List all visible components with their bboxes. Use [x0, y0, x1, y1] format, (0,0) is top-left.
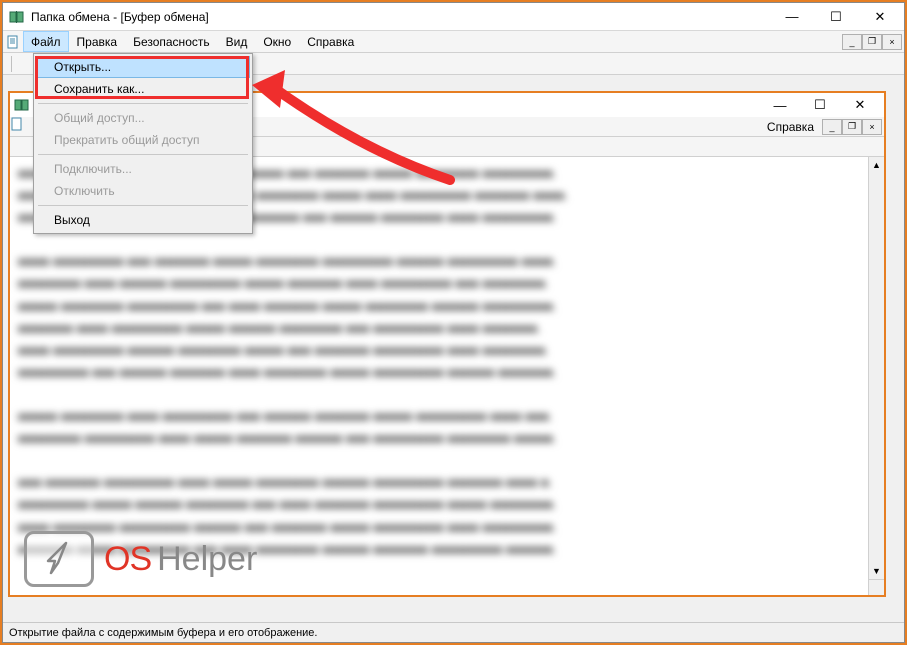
inner-mdi-controls: _ ❐ × — [822, 117, 884, 136]
minimize-button[interactable]: — — [770, 3, 814, 31]
inner-mdi-doc-icon — [10, 117, 24, 136]
dropdown-share[interactable]: Общий доступ... — [36, 107, 250, 129]
window-controls: — ☐ ✕ — [770, 3, 902, 31]
scroll-corner — [868, 579, 884, 595]
titlebar: Папка обмена - [Буфер обмена] — ☐ ✕ — [3, 3, 904, 31]
dropdown-stop-share[interactable]: Прекратить общий доступ — [36, 129, 250, 151]
vertical-scrollbar[interactable]: ▲ ▼ — [868, 157, 884, 579]
statusbar: Открытие файла с содержимым буфера и его… — [3, 622, 904, 642]
menu-help[interactable]: Справка — [299, 31, 362, 52]
scroll-up-icon[interactable]: ▲ — [869, 157, 884, 173]
dropdown-disconnect[interactable]: Отключить — [36, 180, 250, 202]
mdi-minimize-button[interactable]: _ — [842, 34, 862, 50]
inner-app-icon — [14, 97, 30, 113]
scroll-down-icon[interactable]: ▼ — [869, 563, 884, 579]
inner-minimize-button[interactable]: — — [760, 94, 800, 116]
mdi-doc-icon — [3, 31, 23, 52]
menu-view[interactable]: Вид — [218, 31, 256, 52]
inner-close-button[interactable]: ✕ — [840, 94, 880, 116]
dropdown-open[interactable]: Открыть... — [36, 56, 250, 78]
app-icon — [9, 9, 25, 25]
menu-security[interactable]: Безопасность — [125, 31, 218, 52]
inner-mdi-close-button[interactable]: × — [862, 119, 882, 135]
mdi-restore-button[interactable]: ❐ — [862, 34, 882, 50]
inner-mdi-restore-button[interactable]: ❐ — [842, 119, 862, 135]
menu-window[interactable]: Окно — [255, 31, 299, 52]
cursor-icon — [24, 531, 94, 587]
watermark-os: OS — [104, 540, 151, 579]
dropdown-save-as[interactable]: Сохранить как... — [36, 78, 250, 100]
dropdown-separator — [38, 103, 248, 104]
dropdown-separator — [38, 205, 248, 206]
file-dropdown: Открыть... Сохранить как... Общий доступ… — [33, 53, 253, 234]
watermark: OS Helper — [24, 531, 257, 587]
status-text: Открытие файла с содержимым буфера и его… — [9, 627, 317, 639]
window-title: Папка обмена - [Буфер обмена] — [31, 10, 209, 24]
inner-menu-help[interactable]: Справка — [759, 117, 822, 136]
inner-mdi-minimize-button[interactable]: _ — [822, 119, 842, 135]
dropdown-separator — [38, 154, 248, 155]
dropdown-exit[interactable]: Выход — [36, 209, 250, 231]
dropdown-connect[interactable]: Подключить... — [36, 158, 250, 180]
mdi-close-button[interactable]: × — [882, 34, 902, 50]
maximize-button[interactable]: ☐ — [814, 3, 858, 31]
close-button[interactable]: ✕ — [858, 3, 902, 31]
watermark-helper: Helper — [157, 540, 257, 579]
menu-file[interactable]: Файл — [23, 31, 69, 52]
inner-maximize-button[interactable]: ☐ — [800, 94, 840, 116]
menu-edit[interactable]: Правка — [69, 31, 126, 52]
menubar: Файл Правка Безопасность Вид Окно Справк… — [3, 31, 904, 53]
mdi-controls: _ ❐ × — [842, 31, 904, 52]
